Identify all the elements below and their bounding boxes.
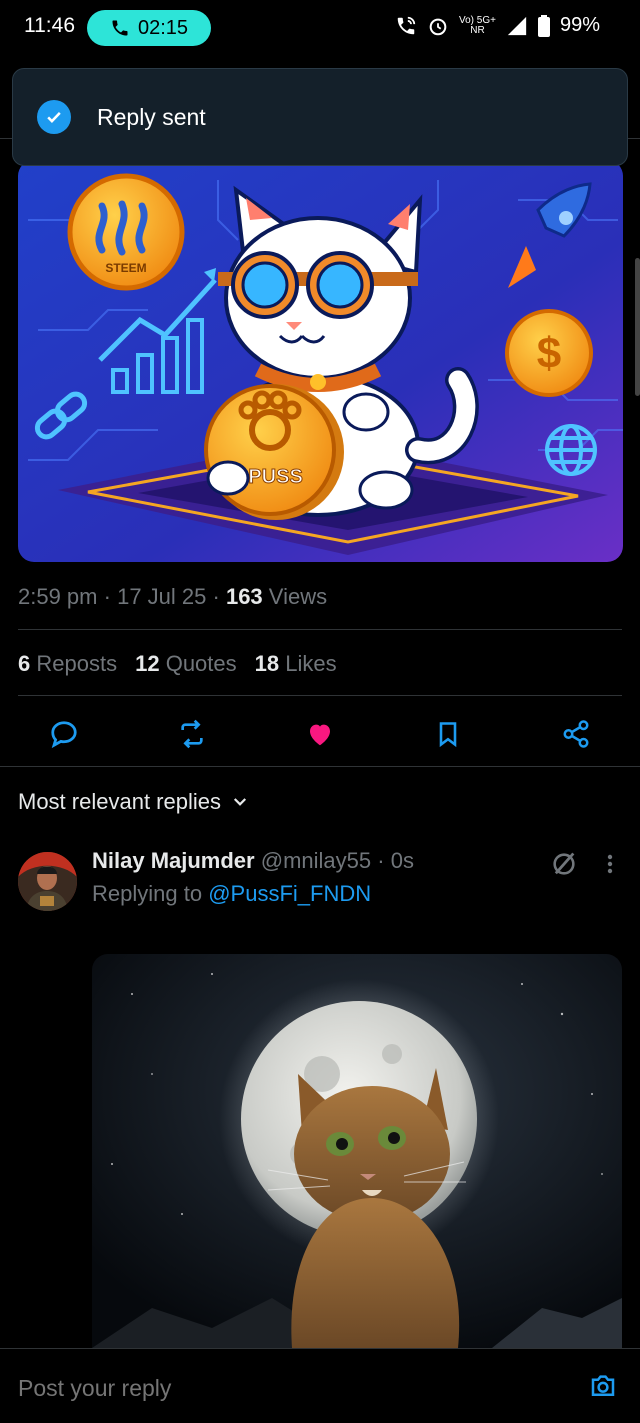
check-circle-icon	[37, 100, 71, 134]
post-media-image[interactable]: STEEM $ $PUSS	[18, 160, 623, 562]
engagement-counts: 6 Reposts 12 Quotes 18 Likes	[18, 651, 337, 677]
reposts-link[interactable]: 6 Reposts	[18, 651, 117, 677]
reply-sent-toast: Reply sent	[12, 68, 628, 166]
battery-percent: 99%	[559, 14, 600, 36]
ongoing-call-pill[interactable]: 02:15	[87, 10, 211, 46]
heart-filled-icon	[310, 724, 330, 746]
camera-icon[interactable]	[588, 1371, 618, 1401]
views-count: 163	[225, 584, 263, 609]
likes-link[interactable]: 18 Likes	[255, 651, 337, 677]
meta-separator: ·	[103, 584, 118, 609]
compose-reply-bar	[0, 1348, 640, 1423]
reply-author-line: Nilay Majumder @mnilay55 · 0s	[92, 848, 414, 874]
reply-age: 0s	[390, 848, 414, 873]
reply-media-image[interactable]	[92, 954, 622, 1348]
more-options-icon[interactable]	[604, 852, 616, 876]
bookmark-button[interactable]	[432, 718, 464, 750]
post-meta: 2:59 pm · 17 Jul 25 · 163 Views	[18, 584, 327, 610]
replying-to-line: Replying to @PussFi_FNDN	[92, 881, 371, 907]
reply-icon	[51, 721, 77, 749]
scrollbar-thumb[interactable]	[635, 258, 640, 396]
status-bar: 11:46 02:15 Vo) 5G+ NR 99%	[0, 0, 640, 56]
views-label: Views	[268, 584, 328, 609]
meta-separator: ·	[212, 584, 226, 609]
replies-sort-dropdown[interactable]: Most relevant replies	[18, 789, 249, 815]
call-timer: 02:15	[137, 16, 189, 39]
sort-label: Most relevant replies	[18, 789, 221, 814]
divider	[18, 629, 622, 630]
chevron-down-icon	[233, 798, 247, 806]
signal-icon	[507, 16, 527, 35]
meta-separator: ·	[377, 848, 391, 873]
network-type: Vo) 5G+ NR	[459, 14, 496, 36]
quotes-link[interactable]: 12 Quotes	[135, 651, 237, 677]
repost-icon	[181, 719, 203, 749]
avatar[interactable]	[18, 852, 77, 911]
like-button[interactable]	[304, 718, 336, 750]
steem-coin-label: STEEM	[105, 261, 146, 275]
alarm-icon	[429, 18, 447, 35]
repost-button[interactable]	[176, 718, 208, 750]
reply-input[interactable]	[18, 1375, 538, 1402]
reply-author-handle[interactable]: @mnilay55	[261, 848, 371, 873]
status-indicators: Vo) 5G+ NR 99%	[395, 14, 600, 37]
divider	[0, 766, 640, 767]
post-action-bar	[0, 710, 640, 756]
wifi-calling-icon	[397, 16, 416, 34]
replying-to-prefix: Replying to	[92, 881, 203, 906]
divider	[18, 695, 622, 696]
grok-icon[interactable]	[550, 850, 578, 878]
bookmark-icon	[439, 722, 457, 748]
reply-button[interactable]	[48, 718, 80, 750]
toast-message: Reply sent	[97, 103, 206, 130]
phone-icon	[112, 20, 128, 36]
reply-author-name[interactable]: Nilay Majumder	[92, 848, 255, 873]
battery-icon	[537, 14, 550, 37]
status-time: 11:46	[24, 14, 75, 37]
dollar-coin-label: $	[537, 329, 561, 378]
post-time: 2:59 pm	[18, 584, 98, 609]
share-icon	[563, 720, 589, 748]
share-button[interactable]	[560, 718, 592, 750]
post-date: 17 Jul 25	[117, 584, 207, 609]
replying-to-mention[interactable]: @PussFi_FNDN	[208, 881, 371, 906]
